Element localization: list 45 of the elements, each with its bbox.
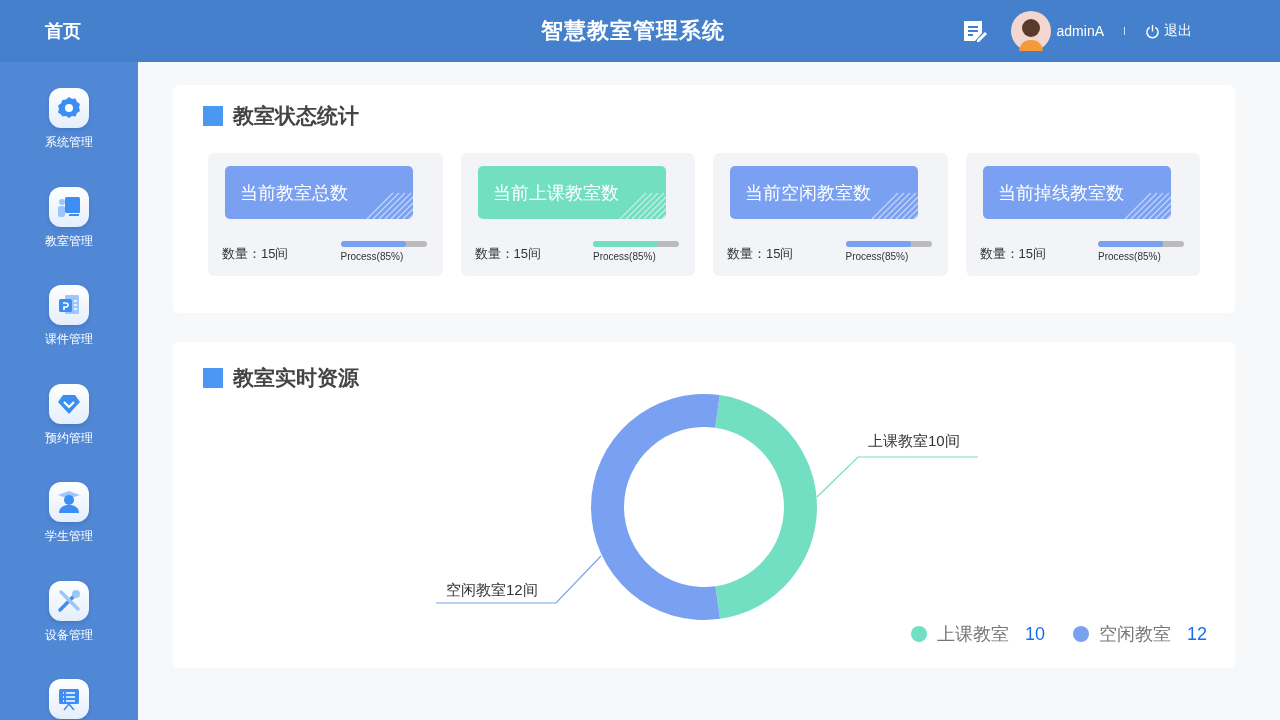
menu-icon-tile[interactable] bbox=[49, 383, 89, 424]
chart-label: 上课教室10间 bbox=[868, 432, 960, 449]
legend-value: 12 bbox=[1186, 623, 1207, 645]
title-marker bbox=[203, 106, 223, 126]
stat-title: 当前掉线教室数 bbox=[997, 181, 1124, 205]
tools-icon bbox=[56, 587, 82, 614]
app-title: 智慧教室管理系统 bbox=[540, 17, 725, 45]
legend-value: 10 bbox=[1024, 623, 1045, 645]
presentation-board-icon bbox=[56, 686, 82, 712]
panel-title: 教室实时资源 bbox=[233, 365, 359, 391]
legend-label: 上课教室 bbox=[936, 623, 1009, 646]
sidebar-item[interactable]: 课件管理 bbox=[45, 331, 93, 348]
sidebar-item[interactable]: 设备管理 bbox=[45, 626, 93, 644]
stat-count: 数量：15间 bbox=[727, 245, 794, 263]
avatar[interactable] bbox=[1010, 11, 1051, 51]
legend-label: 空闲教室 bbox=[1098, 623, 1171, 646]
menu-icon-tile[interactable] bbox=[49, 88, 89, 128]
gear-icon bbox=[56, 95, 82, 121]
sidebar-item[interactable]: 系统管理 bbox=[45, 134, 93, 151]
menu-icon-tile[interactable] bbox=[49, 679, 89, 719]
progress-label: Process(85%) bbox=[593, 251, 657, 262]
home-link[interactable]: 首页 bbox=[45, 21, 81, 41]
title-marker bbox=[203, 368, 223, 388]
stat-title: 当前教室总数 bbox=[240, 181, 348, 205]
power-icon bbox=[1145, 23, 1160, 39]
sidebar-item[interactable]: 学生管理 bbox=[45, 528, 93, 545]
panel-title: 教室状态统计 bbox=[233, 103, 359, 129]
stat-count: 数量：15间 bbox=[979, 245, 1046, 263]
sidebar-item[interactable]: 教室管理 bbox=[45, 232, 93, 250]
sidebar-item[interactable]: 预约管理 bbox=[45, 429, 93, 447]
stat-count: 数量：15间 bbox=[474, 245, 541, 263]
menu-icon-tile[interactable] bbox=[49, 580, 89, 621]
logout-button[interactable]: 退出 bbox=[1145, 22, 1192, 40]
menu-icon-tile[interactable] bbox=[49, 186, 89, 227]
progress-label: Process(85%) bbox=[1098, 251, 1162, 262]
menu-icon-tile[interactable] bbox=[49, 285, 89, 325]
progress-label: Process(85%) bbox=[845, 251, 910, 262]
menu-icon-tile[interactable] bbox=[49, 482, 89, 522]
stat-count: 数量：15间 bbox=[222, 245, 289, 263]
username[interactable]: adminA bbox=[1056, 23, 1104, 39]
graduate-icon bbox=[56, 489, 82, 515]
progress-label: Process(85%) bbox=[340, 251, 405, 262]
chart-label: 空闲教室12间 bbox=[446, 581, 538, 598]
stat-title: 当前上课教室数 bbox=[492, 181, 619, 205]
stat-title: 当前空闲教室数 bbox=[745, 181, 871, 205]
